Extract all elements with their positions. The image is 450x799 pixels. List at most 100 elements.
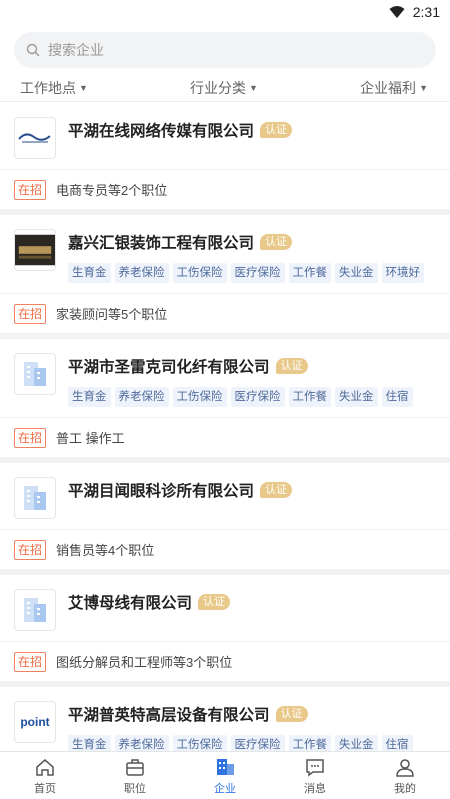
certified-badge: 认证 bbox=[275, 706, 308, 722]
benefit-tag: 工作餐 bbox=[288, 387, 331, 407]
caret-down-icon: ▼ bbox=[249, 82, 258, 93]
benefit-tag: 医疗保险 bbox=[230, 387, 285, 407]
benefit-tag: 养老保险 bbox=[114, 387, 169, 407]
search-wrapper bbox=[0, 24, 450, 68]
hiring-badge: 在招 bbox=[14, 303, 47, 324]
hiring-badge: 在招 bbox=[14, 539, 47, 560]
tab-label: 消息 bbox=[304, 782, 326, 795]
status-time: 2:31 bbox=[412, 4, 440, 20]
filter-location[interactable]: 工作地点 ▼ bbox=[20, 78, 88, 98]
benefit-tag: 工作餐 bbox=[288, 263, 331, 283]
caret-down-icon: ▼ bbox=[419, 82, 428, 93]
company-header: 平湖在线网络传媒有限公司 认证 bbox=[0, 103, 450, 169]
company-title-row: 平湖目闻眼科诊所有限公司 认证 bbox=[68, 477, 436, 503]
company-name: 平湖在线网络传媒有限公司 bbox=[68, 123, 255, 140]
hiring-badge: 在招 bbox=[14, 179, 47, 200]
search-bar[interactable] bbox=[14, 32, 436, 68]
job-summary: 电商专员等2个职位 bbox=[56, 183, 168, 198]
caret-down-icon: ▼ bbox=[79, 82, 88, 93]
tab-briefcase[interactable]: 职位 bbox=[90, 752, 180, 799]
company-header: point 平湖普英特高层设备有限公司 认证 生育金 养老保险 工伤保险 医疗保险 工作… bbox=[0, 687, 450, 753]
hiring-row[interactable]: 在招 销售员等4个职位 bbox=[0, 529, 450, 569]
company-header: 平湖市圣雷克司化纤有限公司 认证 生育金 养老保险 工伤保险 医疗保险 工作餐 失业金 住宿 bbox=[0, 339, 450, 417]
benefit-tag: 生育金 bbox=[68, 263, 111, 283]
user-icon bbox=[396, 758, 414, 777]
company-header: 嘉兴汇银装饰工程有限公司 认证 生育金 养老保险 工伤保险 医疗保险 工作餐 失业金 环境好 bbox=[0, 215, 450, 293]
search-icon bbox=[26, 43, 40, 57]
job-summary: 普工 操作工 bbox=[56, 431, 125, 446]
tab-label: 企业 bbox=[214, 782, 236, 795]
hiring-badge: 在招 bbox=[14, 651, 47, 672]
hiring-row[interactable]: 在招 家装顾问等5个职位 bbox=[0, 293, 450, 333]
company-card[interactable]: 艾博母线有限公司 认证 在招 图纸分解员和工程师等3个职位 bbox=[0, 575, 450, 687]
company-name: 艾博母线有限公司 bbox=[68, 595, 193, 612]
benefit-tag: 生育金 bbox=[68, 387, 111, 407]
company-info: 嘉兴汇银装饰工程有限公司 认证 生育金 养老保险 工伤保险 医疗保险 工作餐 失业金 环境好 bbox=[68, 229, 436, 283]
filter-benefits-label: 企业福利 bbox=[360, 79, 417, 96]
company-list[interactable]: 平湖在线网络传媒有限公司 认证 在招 电商专员等2个职位 嘉兴汇银装饰工程有限公… bbox=[0, 103, 450, 753]
company-card[interactable]: 嘉兴汇银装饰工程有限公司 认证 生育金 养老保险 工伤保险 医疗保险 工作餐 失业金 环境好… bbox=[0, 215, 450, 339]
status-bar: 2:31 bbox=[0, 0, 450, 24]
company-info: 平湖在线网络传媒有限公司 认证 bbox=[68, 117, 436, 159]
tab-user[interactable]: 我的 bbox=[360, 752, 450, 799]
wifi-icon bbox=[389, 6, 405, 18]
certified-badge: 认证 bbox=[275, 358, 308, 374]
benefit-tag: 工伤保险 bbox=[172, 263, 227, 283]
company-card[interactable]: 平湖市圣雷克司化纤有限公司 认证 生育金 养老保险 工伤保险 医疗保险 工作餐 失业金 住宿… bbox=[0, 339, 450, 463]
benefit-tags: 生育金 养老保险 工伤保险 医疗保险 工作餐 失业金 住宿 bbox=[68, 387, 436, 407]
company-info: 平湖普英特高层设备有限公司 认证 生育金 养老保险 工伤保险 医疗保险 工作餐 失业金 住宿 bbox=[68, 701, 436, 753]
building-icon bbox=[14, 589, 56, 631]
tab-home[interactable]: 首页 bbox=[0, 752, 90, 799]
company-info: 平湖目闻眼科诊所有限公司 认证 bbox=[68, 477, 436, 519]
benefit-tags: 生育金 养老保险 工伤保险 医疗保险 工作餐 失业金 环境好 bbox=[68, 263, 436, 283]
benefit-tag: 住宿 bbox=[381, 387, 413, 407]
company-title-row: 艾博母线有限公司 认证 bbox=[68, 589, 436, 615]
tab-label: 我的 bbox=[394, 782, 416, 795]
hiring-row[interactable]: 在招 普工 操作工 bbox=[0, 417, 450, 457]
benefit-tag: 环境好 bbox=[381, 263, 424, 283]
building-icon bbox=[14, 477, 56, 519]
building-icon bbox=[217, 758, 234, 775]
company-logo: point bbox=[14, 701, 56, 743]
hiring-row[interactable]: 在招 图纸分解员和工程师等3个职位 bbox=[0, 641, 450, 681]
tab-message[interactable]: 消息 bbox=[270, 752, 360, 799]
message-icon bbox=[306, 758, 324, 776]
company-card[interactable]: point 平湖普英特高层设备有限公司 认证 生育金 养老保险 工伤保险 医疗保险 工作… bbox=[0, 687, 450, 753]
company-name: 嘉兴汇银装饰工程有限公司 bbox=[68, 235, 255, 252]
building-icon bbox=[14, 353, 56, 395]
job-summary: 图纸分解员和工程师等3个职位 bbox=[56, 655, 233, 670]
company-card[interactable]: 平湖在线网络传媒有限公司 认证 在招 电商专员等2个职位 bbox=[0, 103, 450, 215]
company-name: 平湖市圣雷克司化纤有限公司 bbox=[68, 359, 270, 376]
company-info: 平湖市圣雷克司化纤有限公司 认证 生育金 养老保险 工伤保险 医疗保险 工作餐 失业金 住宿 bbox=[68, 353, 436, 407]
search-input[interactable] bbox=[48, 42, 348, 58]
filter-industry[interactable]: 行业分类 ▼ bbox=[190, 78, 258, 98]
company-logo bbox=[14, 117, 56, 159]
tab-label: 职位 bbox=[124, 782, 146, 795]
benefit-tag: 养老保险 bbox=[114, 263, 169, 283]
company-title-row: 平湖市圣雷克司化纤有限公司 认证 bbox=[68, 353, 436, 379]
filter-bar: 工作地点 ▼ 行业分类 ▼ 企业福利 ▼ bbox=[0, 74, 450, 102]
tab-building[interactable]: 企业 bbox=[180, 752, 270, 799]
company-title-row: 嘉兴汇银装饰工程有限公司 认证 bbox=[68, 229, 436, 255]
benefit-tag: 失业金 bbox=[335, 387, 378, 407]
company-header: 艾博母线有限公司 认证 bbox=[0, 575, 450, 641]
company-name: 平湖普英特高层设备有限公司 bbox=[68, 707, 270, 724]
company-logo-text: point bbox=[20, 715, 50, 729]
tab-label: 首页 bbox=[34, 782, 56, 795]
briefcase-icon bbox=[126, 758, 144, 776]
company-card[interactable]: 平湖目闻眼科诊所有限公司 认证 在招 销售员等4个职位 bbox=[0, 463, 450, 575]
hiring-badge: 在招 bbox=[14, 427, 47, 448]
company-header: 平湖目闻眼科诊所有限公司 认证 bbox=[0, 463, 450, 529]
hiring-row[interactable]: 在招 电商专员等2个职位 bbox=[0, 169, 450, 209]
benefit-tag: 医疗保险 bbox=[230, 263, 285, 283]
certified-badge: 认证 bbox=[260, 482, 293, 498]
certified-badge: 认证 bbox=[260, 122, 293, 138]
job-summary: 销售员等4个职位 bbox=[56, 543, 155, 558]
filter-benefits[interactable]: 企业福利 ▼ bbox=[360, 78, 428, 98]
job-summary: 家装顾问等5个职位 bbox=[56, 307, 168, 322]
benefit-tag: 失业金 bbox=[335, 263, 378, 283]
filter-location-label: 工作地点 bbox=[20, 79, 76, 96]
company-name: 平湖目闻眼科诊所有限公司 bbox=[68, 483, 255, 500]
benefit-tag: 工伤保险 bbox=[172, 387, 227, 407]
home-icon bbox=[36, 758, 54, 776]
